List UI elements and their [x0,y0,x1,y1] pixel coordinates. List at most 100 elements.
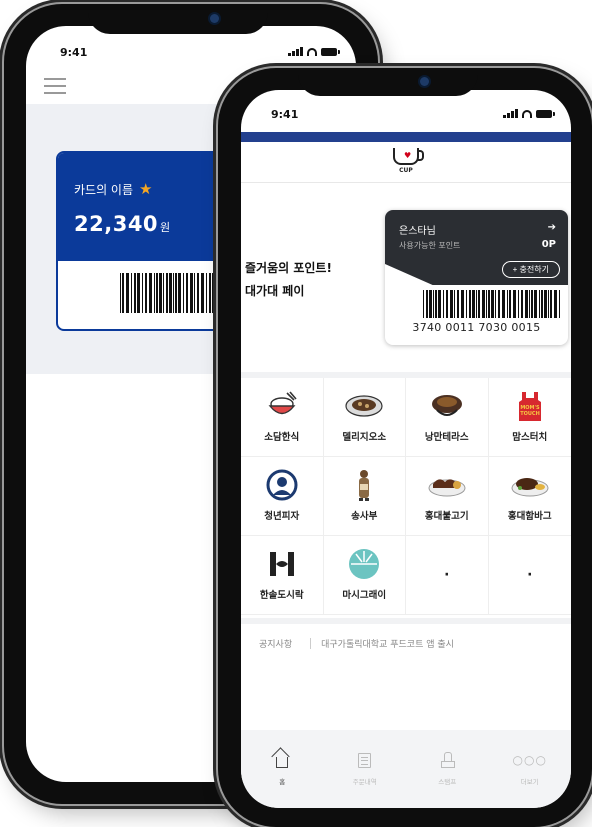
order-list-icon [357,752,373,768]
barcode-bar [559,290,560,318]
empty-slot: · [406,536,489,615]
slogan: 즐거움의 포인트! 대가대 페이 [245,257,332,303]
camera-icon [210,14,219,23]
barcode-bar [175,273,177,313]
barcode-bar [173,273,174,313]
status-time: 9:41 [60,46,88,59]
currency-unit: 원 [160,221,171,234]
restaurant-label: 한솥도시락 [259,590,304,601]
tab-orders[interactable]: 주문내역 [324,730,407,808]
notice-bar[interactable]: 공지사항 대구가톨릭대학교 푸드코트 앱 출시 [259,637,454,650]
pizza-chef-logo-icon [262,469,302,501]
restaurant-label: 맘스터치 [512,432,548,443]
tab-label: 주문내역 [352,778,377,786]
phone-notch [298,68,478,96]
restaurant-label: 낭만테라스 [424,432,469,443]
moms-touch-logo-icon: MOM'S TOUCH [510,391,550,421]
restaurant-item[interactable]: 송사부 [323,457,406,536]
restaurant-item[interactable]: 델리지오소 [323,378,406,457]
home-icon [274,752,290,768]
menu-icon[interactable] [44,78,66,99]
tab-label: 스탬프 [438,778,457,786]
restaurant-label: 청년피자 [264,511,300,522]
bottle-mascot-icon [344,470,384,501]
barcode-bar [450,290,453,318]
barcode-bar [525,290,528,318]
curry-bowl-icon [427,391,467,421]
restaurant-item[interactable]: 한솥도시락 [241,536,324,615]
restaurant-item[interactable]: 낭만테라스 [406,378,489,457]
restaurant-label: 마시그래이 [342,590,387,601]
restaurant-item[interactable]: 마시그래이 [323,536,406,615]
barcode-bar [438,290,441,318]
tab-label: 홈 [279,778,286,786]
barcode-bar [469,290,471,318]
barcode-bar [502,290,505,318]
restaurant-item[interactable]: 홍대불고기 [406,457,489,536]
barcode-bar [529,290,530,318]
logo-text: CUP [399,167,413,174]
barcode-bar [122,273,124,313]
restaurant-label: 델리지오소 [342,432,387,443]
placeholder-dot: · [444,567,450,583]
barcode-bar [159,273,162,313]
barcode-bar [178,273,181,313]
card-name: 카드의 이름 [74,183,134,197]
barcode-bar [201,273,204,313]
tab-more[interactable]: ○○○ 더보기 [489,730,572,808]
status-icons [288,47,340,56]
bottom-tab-bar: 홈 주문내역 스탬프 ○○○ 더보기 [241,730,571,808]
barcode-bar [443,290,444,318]
arrow-circle-icon[interactable]: ➔ [548,222,556,233]
restaurant-item[interactable]: MOM'S TOUCH 맘스터치 [488,378,571,457]
header-divider [241,182,571,183]
barcode-bar [466,290,467,318]
barcode-bar [156,273,158,313]
pay-card-user: 은스타님 [399,226,436,237]
tab-home[interactable]: 홈 [241,730,324,808]
camera-icon [420,77,429,86]
barcode-bar [134,273,136,313]
barcode-bar [513,290,516,318]
app-logo[interactable]: ♥ CUP [389,148,424,174]
restaurant-item[interactable]: 청년피자 [241,457,324,536]
barcode-bar [166,273,168,313]
stamp-icon [439,752,456,768]
pay-card[interactable]: 은스타님 ➔ 사용가능한 포인트 0P + 충전하기 3740 0011 703… [385,210,568,345]
barcode-bar [550,290,552,318]
tab-stamp[interactable]: 스탬프 [406,730,489,808]
tab-label: 더보기 [520,778,539,786]
barcode-bar [534,290,537,318]
notice-text[interactable]: 대구가톨릭대학교 푸드코트 앱 출시 [321,637,454,650]
barcode-bar [137,273,140,313]
barcode-bar [426,290,428,318]
points-value: 0P [541,239,556,250]
status-time: 9:41 [271,108,299,121]
restaurant-label: 소담한식 [264,432,300,443]
barcode-icon [423,290,562,318]
barcode-bar [142,273,143,313]
phone-notch [88,4,268,34]
hamburg-steak-icon [510,470,550,500]
card-number: 3740 0011 7030 0015 [412,321,541,334]
battery-icon [320,47,340,56]
barcode-bar [491,290,494,318]
barcode-bar [554,290,557,318]
barcode-bar [429,290,432,318]
barcode-bar [209,273,211,313]
cup-icon: ♥ [393,148,424,165]
barcode-bar [544,290,547,318]
barcode-bar [163,273,164,313]
hansot-logo-icon [262,549,302,579]
barcode-bar [482,290,485,318]
barcode-bar [518,290,519,318]
restaurant-grid: 소담한식 델리지오소 낭만테라스 MOM'S TOUCH 맘스터치 청년피자 송… [241,378,571,615]
barcode-bar [531,290,533,318]
charge-button[interactable]: + 충전하기 [501,261,560,278]
placeholder-dot: · [527,567,533,583]
restaurant-item[interactable]: 소담한식 [241,378,324,457]
restaurant-item[interactable]: 홍대함바그 [488,457,571,536]
restaurant-label: 홍대함바그 [507,511,552,522]
barcode-bar [548,290,549,318]
rice-bowl-icon [262,391,302,421]
